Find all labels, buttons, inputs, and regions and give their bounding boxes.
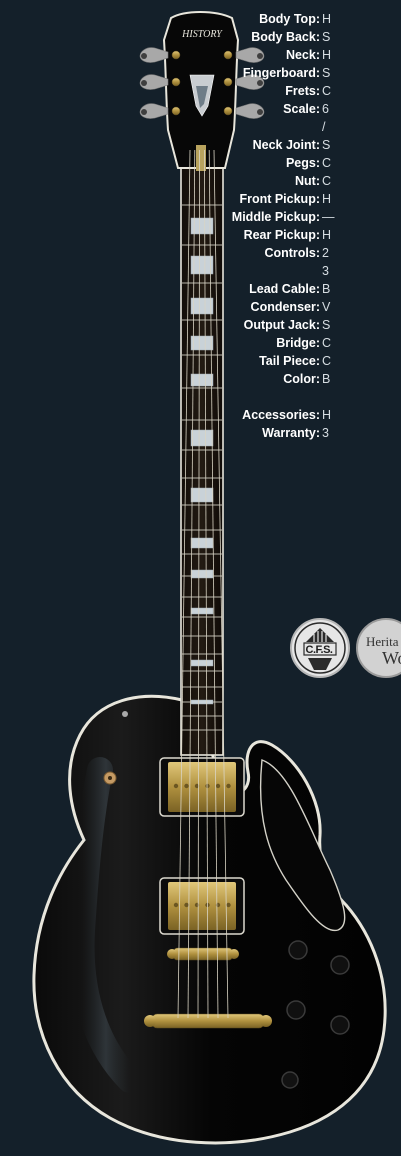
spec-label: Bridge: bbox=[276, 336, 320, 350]
spec-row-tail-piece: Tail Piece: C bbox=[0, 352, 401, 370]
spec-value: C bbox=[322, 156, 332, 170]
spec-value: C bbox=[322, 84, 332, 98]
spec-row-front-pickup: Front Pickup: H bbox=[0, 190, 401, 208]
pole-piece bbox=[215, 783, 221, 789]
spec-label: Rear Pickup: bbox=[243, 228, 320, 242]
pole-piece bbox=[226, 783, 231, 789]
spec-label: Lead Cable: bbox=[249, 282, 320, 296]
spec-value: C bbox=[322, 174, 332, 188]
spec-row-lead-cable: Lead Cable: B bbox=[0, 280, 401, 298]
spec-row-fingerboard: Fingerboard: S bbox=[0, 64, 401, 82]
spec-label: Neck Joint: bbox=[252, 138, 320, 152]
bridge bbox=[167, 947, 239, 961]
fret-inlay bbox=[190, 487, 214, 503]
spec-label: Scale: bbox=[283, 102, 320, 116]
spec-row-bridge: Bridge: C bbox=[0, 334, 401, 352]
spec-label: Warranty: bbox=[262, 426, 320, 440]
spec-value: 2 3 bbox=[322, 246, 329, 278]
spec-row-neck-joint: Neck Joint: S bbox=[0, 136, 401, 154]
spec-value: S bbox=[322, 30, 331, 44]
spec-label: Front Pickup: bbox=[239, 192, 320, 206]
spec-value: H bbox=[322, 408, 332, 422]
spec-value: B bbox=[322, 372, 331, 386]
spec-row-color: Color: B bbox=[0, 370, 401, 406]
spec-row-nut: Nut: C bbox=[0, 172, 401, 190]
spec-value: C bbox=[322, 336, 332, 350]
product-spec-page: HISTORY Body Top: H Body Back: S Neck: H… bbox=[0, 0, 401, 1156]
spec-label: Neck: bbox=[285, 48, 320, 62]
spec-row-accessories: Accessories: H bbox=[0, 406, 401, 424]
spec-row-middle-pickup: Middle Pickup: — bbox=[0, 208, 401, 226]
output-jack bbox=[281, 1071, 299, 1089]
spec-value: B bbox=[322, 282, 331, 296]
spec-value: H bbox=[322, 12, 332, 26]
spec-label: Pegs: bbox=[285, 156, 320, 170]
spec-value: V bbox=[322, 300, 331, 314]
spec-label: Controls: bbox=[264, 246, 320, 260]
toggle-switch bbox=[103, 771, 117, 785]
spec-label: Nut: bbox=[295, 174, 320, 188]
spec-label: Body Back: bbox=[251, 30, 320, 44]
fret-inlay bbox=[190, 699, 214, 705]
spec-row-controls: Controls: 2 3 bbox=[0, 244, 401, 280]
spec-value: S bbox=[322, 138, 331, 152]
spec-row-scale: Scale: 6 / bbox=[0, 100, 401, 136]
spec-value: 3 bbox=[322, 426, 329, 440]
spec-label: Frets: bbox=[285, 84, 320, 98]
cfs-badge: C.F.S. bbox=[290, 618, 350, 678]
pole-piece bbox=[184, 902, 189, 908]
spec-value: H bbox=[322, 192, 332, 206]
fret-inlay bbox=[190, 537, 214, 549]
spec-list: Body Top: H Body Back: S Neck: H Fingerboar… bbox=[0, 10, 401, 442]
spec-row-frets: Frets: C bbox=[0, 82, 401, 100]
spec-label: Output Jack: bbox=[243, 318, 320, 332]
spec-value: S bbox=[322, 66, 331, 80]
spec-label: Color: bbox=[283, 372, 320, 386]
pole-piece bbox=[184, 783, 189, 789]
spec-label: Accessories: bbox=[242, 408, 320, 422]
strap-button bbox=[122, 711, 128, 717]
pole-piece bbox=[205, 783, 210, 789]
fret-inlay bbox=[190, 607, 214, 615]
front-pickup bbox=[159, 757, 245, 817]
spec-row-output-jack: Output Jack: S bbox=[0, 316, 401, 334]
spec-row-body-back: Body Back: S bbox=[0, 28, 401, 46]
spec-value: S bbox=[322, 318, 331, 332]
spec-value: — bbox=[322, 210, 335, 224]
spec-value: C bbox=[322, 354, 332, 368]
spec-value: 6 / bbox=[322, 102, 329, 134]
spec-row-neck: Neck: H bbox=[0, 46, 401, 64]
pole-piece bbox=[173, 902, 179, 908]
spec-row-rear-pickup: Rear Pickup: H bbox=[0, 226, 401, 244]
spec-label: Body Top: bbox=[259, 12, 320, 26]
spec-value: H bbox=[322, 48, 332, 62]
fret-inlay bbox=[190, 659, 214, 667]
pole-piece bbox=[173, 783, 179, 789]
spec-label: Tail Piece: bbox=[259, 354, 320, 368]
spec-value: H bbox=[322, 228, 332, 242]
spec-label: Fingerboard: bbox=[242, 66, 320, 80]
rear-pickup bbox=[159, 877, 245, 935]
spec-label: Middle Pickup: bbox=[231, 210, 320, 224]
spec-row-condenser: Condenser: V bbox=[0, 298, 401, 316]
heritage-badge-subtext: Wo bbox=[382, 648, 401, 668]
spec-row-warranty: Warranty: 3 bbox=[0, 424, 401, 442]
spec-row-body-top: Body Top: H bbox=[0, 10, 401, 28]
pole-piece bbox=[226, 902, 231, 908]
fret-inlay bbox=[190, 569, 214, 579]
cfs-badge-text: C.F.S. bbox=[305, 644, 333, 656]
spec-label: Condenser: bbox=[250, 300, 320, 314]
spec-row-pegs: Pegs: C bbox=[0, 154, 401, 172]
